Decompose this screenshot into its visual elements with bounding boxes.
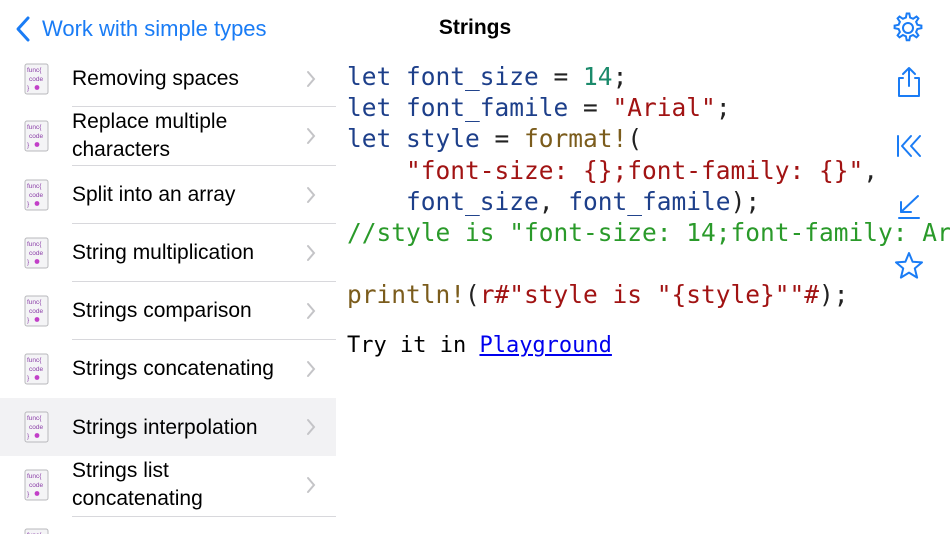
sidebar-item-string-multiplication[interactable]: func{code} String multiplication	[0, 224, 336, 281]
chevron-right-icon	[307, 303, 316, 319]
func-code-icon: func{code}	[24, 295, 49, 327]
func-code-icon: func{code}	[24, 528, 49, 534]
sidebar-item-split-into-an-array[interactable]: func{code} Split into an array	[0, 166, 336, 223]
code-token: style	[406, 124, 480, 154]
chevron-right-icon	[307, 187, 316, 203]
sidebar-item-label: String multiplication	[72, 241, 255, 264]
svg-text:code: code	[29, 366, 43, 373]
code-line: println!(r#"style is "{style}""#);	[347, 279, 849, 311]
svg-text:func{: func{	[27, 183, 42, 190]
code-token: ,	[538, 186, 569, 216]
sidebar-item-strings-list-concatenating[interactable]: func{code} Strings list concatenating	[0, 456, 336, 514]
sidebar-item-removing-spaces[interactable]: func{code} Removing spaces	[0, 58, 336, 100]
code-token: ;	[612, 62, 628, 91]
code-token: let	[347, 124, 407, 154]
sidebar-item-strings-interpolation[interactable]: func{code} Strings interpolation	[0, 398, 336, 456]
sidebar-item-label: Removing spaces	[72, 67, 239, 90]
collapse-icon[interactable]	[893, 190, 925, 222]
code-token: font_famile	[568, 186, 731, 216]
svg-text:code: code	[29, 76, 43, 83]
back-button-label: Work with simple types	[42, 16, 267, 41]
sidebar-list: func{code} Removing spaces func{code} Re…	[0, 58, 336, 534]
svg-text:code: code	[29, 192, 43, 199]
chevron-right-icon	[307, 477, 316, 493]
svg-text:func{: func{	[27, 357, 42, 364]
func-code-icon: func{code}	[24, 411, 49, 443]
code-token: (	[465, 280, 480, 310]
sidebar-item-replace-multiple-characters[interactable]: func{code} Replace multiple characters	[0, 107, 336, 165]
code-token: "Arial"	[612, 93, 716, 123]
svg-text:code: code	[29, 482, 43, 489]
code-token: =	[568, 93, 613, 123]
func-code-icon: func{code}	[24, 469, 49, 501]
svg-text:func{: func{	[27, 415, 42, 422]
back-button[interactable]: Work with simple types	[14, 13, 267, 45]
svg-text:code: code	[29, 308, 43, 315]
code-token: font_size	[406, 62, 539, 91]
gear-icon[interactable]	[890, 10, 926, 46]
chevron-left-icon	[16, 16, 30, 42]
svg-text:func{: func{	[27, 124, 42, 131]
try-it-line: Try it in Playground	[347, 331, 612, 361]
svg-text:code: code	[29, 250, 43, 257]
func-code-icon: func{code}	[24, 120, 49, 152]
sidebar-item-strings-comparison[interactable]: func{code} Strings comparison	[0, 282, 336, 339]
code-token: font_famile	[406, 93, 569, 123]
code-token: =	[479, 124, 525, 154]
func-code-icon: func{code}	[24, 237, 49, 269]
svg-text:func{: func{	[27, 299, 42, 306]
code-line: //style is "font-size: 14;font-family: A…	[347, 217, 950, 249]
code-token: format!	[524, 124, 628, 154]
code-token: "font-size: {};font-family: {}"	[406, 155, 864, 185]
code-token: //style is "font-size: 14;font-family: A…	[347, 218, 950, 247]
chevron-right-icon	[307, 419, 316, 435]
row-separator	[72, 516, 336, 517]
svg-text:func{: func{	[27, 67, 42, 74]
code-token: font_size	[406, 186, 539, 216]
code-token: println!	[347, 280, 466, 310]
svg-text:code: code	[29, 133, 43, 140]
svg-text:func{: func{	[27, 241, 42, 248]
sidebar-item-label: Strings interpolation	[72, 416, 258, 439]
code-line: font_size, font_famile);	[347, 186, 760, 218]
code-token: );	[819, 280, 849, 310]
sidebar-item-label: Strings concatenating	[72, 357, 274, 380]
code-token: let	[347, 93, 407, 123]
code-token: ;	[715, 93, 731, 123]
code-token: 14	[583, 62, 613, 91]
code-token: let	[347, 62, 407, 91]
sidebar-item-label: Strings list concatenating	[72, 459, 203, 510]
func-code-icon: func{code}	[24, 353, 49, 385]
playground-link[interactable]: Playground	[479, 333, 611, 358]
chevron-right-icon	[307, 128, 316, 144]
chevron-right-icon	[307, 361, 316, 377]
sidebar-item-label: Strings comparison	[72, 299, 252, 322]
code-line: let font_size = 14;	[347, 61, 627, 93]
code-line: let style = format!(	[347, 123, 642, 155]
sidebar-item-label: Split into an array	[72, 183, 236, 206]
code-token: r#"style is "{style}""#	[479, 280, 820, 310]
first-page-icon[interactable]	[893, 130, 925, 162]
star-icon[interactable]	[893, 250, 925, 282]
chevron-right-icon	[307, 71, 316, 87]
func-code-icon: func{code}	[24, 179, 49, 211]
svg-text:func{: func{	[27, 473, 42, 480]
sidebar-item-label: Replace multiple characters	[72, 110, 228, 161]
navigation-bar: Work with simple types Strings	[0, 0, 950, 58]
sidebar-item-strings-concatenating[interactable]: func{code} Strings concatenating	[0, 340, 336, 398]
try-it-prefix: Try it in	[347, 333, 480, 358]
code-line: let font_famile = "Arial";	[347, 92, 731, 124]
code-token: ,	[863, 155, 879, 185]
share-icon[interactable]	[893, 66, 925, 98]
func-code-icon: func{code}	[24, 63, 49, 95]
code-line: "font-size: {};font-family: {}",	[347, 155, 878, 187]
code-token: =	[538, 62, 584, 91]
code-token: );	[730, 186, 761, 216]
code-token: (	[627, 124, 643, 154]
chevron-right-icon	[307, 245, 316, 261]
svg-text:code: code	[29, 424, 43, 431]
